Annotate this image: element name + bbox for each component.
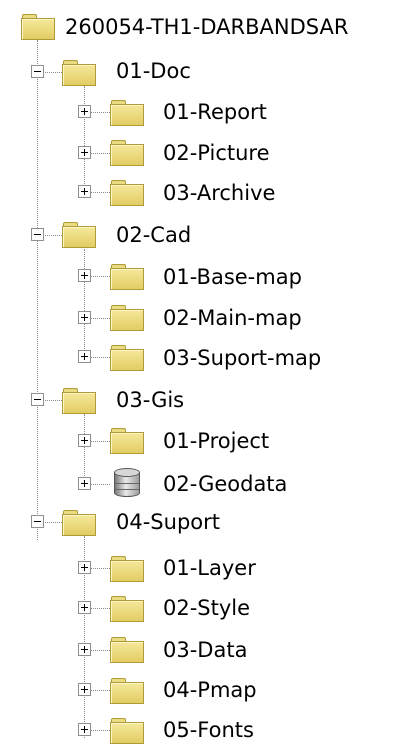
expand-toggle[interactable] bbox=[78, 601, 91, 614]
tree-node-label[interactable]: 01-Base-map bbox=[163, 264, 302, 290]
folder-icon[interactable] bbox=[110, 556, 144, 582]
folder-icon[interactable] bbox=[62, 222, 96, 248]
tree-connector bbox=[90, 650, 110, 651]
tree-connector bbox=[90, 730, 110, 731]
tree-node-cad-label[interactable]: 02-Cad bbox=[116, 222, 191, 248]
expand-toggle[interactable] bbox=[78, 683, 91, 696]
expand-toggle[interactable] bbox=[78, 269, 91, 282]
tree-connector bbox=[90, 568, 110, 569]
database-icon[interactable] bbox=[114, 468, 140, 500]
expand-toggle[interactable] bbox=[78, 350, 91, 363]
tree-connector bbox=[90, 484, 110, 485]
tree-node-label[interactable]: 03-Archive bbox=[163, 180, 275, 206]
tree-node-suport-label[interactable]: 04-Suport bbox=[116, 509, 220, 535]
tree-connector bbox=[90, 192, 110, 193]
folder-icon[interactable] bbox=[21, 14, 55, 40]
folder-icon[interactable] bbox=[110, 428, 144, 454]
expand-toggle[interactable] bbox=[78, 477, 91, 490]
tree-connector bbox=[90, 690, 110, 691]
tree-connector bbox=[37, 40, 38, 540]
folder-icon[interactable] bbox=[110, 100, 144, 126]
tree-node-root-label[interactable]: 260054-TH1-DARBANDSAR bbox=[65, 14, 348, 40]
tree-node-doc-label[interactable]: 01-Doc bbox=[116, 58, 191, 84]
tree-connector bbox=[90, 112, 110, 113]
expand-toggle[interactable] bbox=[78, 561, 91, 574]
folder-tree: 260054-TH1-DARBANDSAR 01-Doc 01-Report 0… bbox=[0, 0, 407, 746]
tree-connector bbox=[90, 318, 110, 319]
tree-connector bbox=[84, 249, 85, 357]
tree-node-gis-label[interactable]: 03-Gis bbox=[116, 387, 184, 413]
tree-node-label[interactable]: 03-Data bbox=[163, 637, 247, 663]
tree-node-label[interactable]: 01-Layer bbox=[163, 555, 256, 581]
expand-toggle[interactable] bbox=[78, 185, 91, 198]
tree-node-label[interactable]: 04-Pmap bbox=[163, 677, 257, 703]
folder-icon[interactable] bbox=[110, 140, 144, 166]
folder-icon[interactable] bbox=[110, 345, 144, 371]
tree-connector bbox=[84, 86, 85, 192]
expand-toggle[interactable] bbox=[78, 434, 91, 447]
collapse-toggle[interactable] bbox=[31, 228, 44, 241]
folder-icon[interactable] bbox=[62, 60, 96, 86]
tree-node-label[interactable]: 02-Geodata bbox=[163, 471, 287, 497]
tree-connector bbox=[90, 153, 110, 154]
tree-node-label[interactable]: 01-Report bbox=[163, 99, 267, 125]
expand-toggle[interactable] bbox=[78, 146, 91, 159]
tree-connector bbox=[84, 414, 85, 484]
folder-icon[interactable] bbox=[110, 305, 144, 331]
tree-connector bbox=[90, 357, 110, 358]
tree-connector bbox=[90, 441, 110, 442]
expand-toggle[interactable] bbox=[78, 311, 91, 324]
tree-connector bbox=[90, 276, 110, 277]
tree-node-label[interactable]: 02-Picture bbox=[163, 140, 270, 166]
tree-node-label[interactable]: 05-Fonts bbox=[163, 717, 254, 743]
expand-toggle[interactable] bbox=[78, 643, 91, 656]
expand-toggle[interactable] bbox=[78, 723, 91, 736]
tree-node-label[interactable]: 02-Style bbox=[163, 595, 250, 621]
collapse-toggle[interactable] bbox=[31, 65, 44, 78]
folder-icon[interactable] bbox=[110, 678, 144, 704]
tree-connector bbox=[90, 608, 110, 609]
tree-node-label[interactable]: 01-Project bbox=[163, 428, 269, 454]
folder-icon[interactable] bbox=[62, 510, 96, 536]
expand-toggle[interactable] bbox=[78, 105, 91, 118]
folder-icon[interactable] bbox=[110, 180, 144, 206]
folder-icon[interactable] bbox=[110, 596, 144, 622]
folder-icon[interactable] bbox=[110, 264, 144, 290]
collapse-toggle[interactable] bbox=[31, 393, 44, 406]
collapse-toggle[interactable] bbox=[31, 515, 44, 528]
folder-icon[interactable] bbox=[62, 388, 96, 414]
tree-node-label[interactable]: 03-Suport-map bbox=[163, 345, 321, 371]
folder-icon[interactable] bbox=[110, 637, 144, 663]
folder-icon[interactable] bbox=[110, 718, 144, 744]
tree-node-label[interactable]: 02-Main-map bbox=[163, 305, 302, 331]
